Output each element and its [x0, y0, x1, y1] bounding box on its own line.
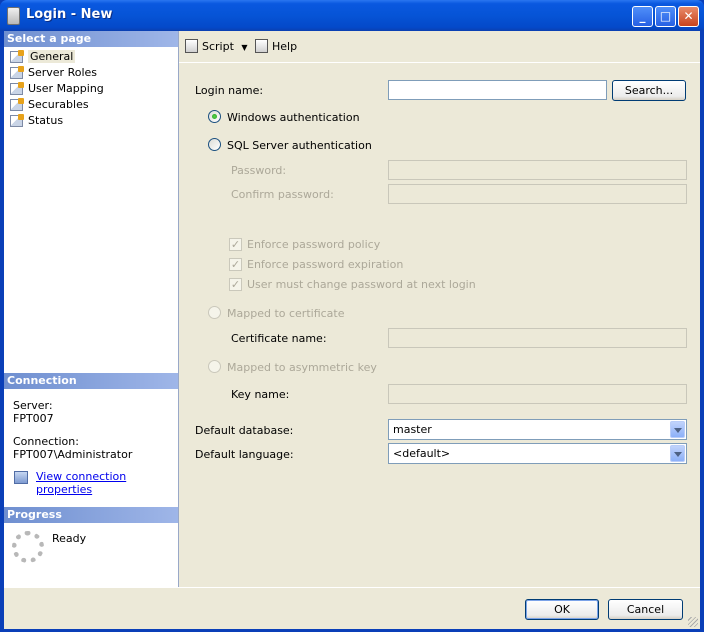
mapped-asym-label: Mapped to asymmetric key	[227, 361, 377, 374]
key-name-label: Key name:	[231, 388, 290, 401]
mapped-cert-label: Mapped to certificate	[227, 307, 345, 320]
dialog-client: Select a page General Server Roles User …	[4, 31, 700, 629]
cancel-button[interactable]: Cancel	[608, 599, 683, 620]
enforce-expiration-checkbox[interactable]: ✓	[229, 258, 242, 271]
key-name-input[interactable]	[388, 384, 687, 404]
sql-auth-label: SQL Server authentication	[227, 139, 372, 152]
nav-item-server-roles[interactable]: Server Roles	[6, 65, 97, 81]
page-icon	[10, 82, 24, 95]
nav-item-securables[interactable]: Securables	[6, 97, 89, 113]
nav-item-label: User Mapping	[28, 82, 104, 95]
must-change-checkbox[interactable]: ✓	[229, 278, 242, 291]
chevron-down-icon[interactable]: ▼	[241, 43, 247, 52]
enforce-expiration-label: Enforce password expiration	[247, 258, 404, 271]
script-label: Script	[202, 40, 234, 53]
window-title: Login - New	[26, 7, 113, 22]
left-pane: Select a page General Server Roles User …	[4, 31, 179, 587]
server-label: Server:	[13, 399, 53, 412]
default-language-label: Default language:	[195, 448, 294, 461]
script-icon	[185, 39, 198, 53]
view-connection-properties-link[interactable]: View connection properties	[36, 470, 178, 496]
search-button[interactable]: Search...	[612, 80, 686, 101]
nav-item-general[interactable]: General	[6, 49, 76, 65]
page-icon	[10, 66, 24, 79]
help-icon	[255, 39, 268, 53]
nav-item-label: General	[28, 50, 76, 63]
must-change-label: User must change password at next login	[247, 278, 476, 291]
page-icon	[10, 114, 24, 127]
cert-name-label: Certificate name:	[231, 332, 327, 345]
nav-item-status[interactable]: Status	[6, 113, 63, 129]
windows-auth-label: Windows authentication	[227, 111, 360, 124]
progress-status: Ready	[52, 532, 87, 545]
confirm-password-input[interactable]	[388, 184, 687, 204]
enforce-policy-checkbox[interactable]: ✓	[229, 238, 242, 251]
dialog-footer: OK Cancel	[4, 587, 700, 629]
page-icon	[10, 98, 24, 111]
nav-item-user-mapping[interactable]: User Mapping	[6, 81, 104, 97]
progress-header: Progress	[4, 507, 178, 523]
ok-button[interactable]: OK	[525, 599, 599, 620]
help-button[interactable]: Help	[255, 39, 297, 55]
connection-properties-icon	[14, 471, 28, 484]
general-page-panel: Login name: Search... Windows authentica…	[179, 62, 700, 588]
sql-auth-radio[interactable]	[208, 138, 221, 151]
minimize-button[interactable]: _	[632, 6, 653, 27]
windows-auth-radio[interactable]	[208, 110, 221, 123]
login-name-label: Login name:	[195, 84, 264, 97]
login-new-window: Login - New _ □ ✕ Select a page General …	[0, 0, 704, 632]
default-language-value: <default>	[393, 447, 451, 460]
nav-item-label: Securables	[28, 98, 89, 111]
resize-grip-icon[interactable]	[688, 617, 698, 627]
script-button[interactable]: Script ▼	[185, 39, 248, 55]
page-icon	[10, 50, 24, 63]
password-input[interactable]	[388, 160, 687, 180]
mapped-asym-radio[interactable]	[208, 360, 221, 373]
maximize-button[interactable]: □	[655, 6, 676, 27]
toolbar: Script ▼ Help	[179, 31, 700, 61]
default-database-value: master	[393, 423, 432, 436]
nav-item-label: Server Roles	[28, 66, 98, 79]
close-button[interactable]: ✕	[678, 6, 699, 27]
connection-label: Connection:	[13, 435, 79, 448]
title-bar[interactable]: Login - New _ □ ✕	[0, 0, 704, 31]
window-icon	[7, 7, 20, 25]
help-label: Help	[272, 40, 298, 53]
nav-item-label: Status	[28, 114, 64, 127]
chevron-down-icon[interactable]	[670, 445, 685, 462]
login-name-input[interactable]	[388, 80, 607, 100]
default-language-select[interactable]: <default>	[388, 443, 687, 464]
server-value: FPT007	[13, 412, 54, 425]
enforce-policy-label: Enforce password policy	[247, 238, 381, 251]
default-database-select[interactable]: master	[388, 419, 687, 440]
password-label: Password:	[231, 164, 287, 177]
select-page-header: Select a page	[4, 31, 178, 47]
confirm-password-label: Confirm password:	[231, 188, 334, 201]
progress-spinner-icon	[12, 531, 44, 563]
default-database-label: Default database:	[195, 424, 294, 437]
connection-value: FPT007\Administrator	[13, 448, 133, 461]
mapped-cert-radio[interactable]	[208, 306, 221, 319]
connection-header: Connection	[4, 373, 178, 389]
chevron-down-icon[interactable]	[670, 421, 685, 438]
cert-name-input[interactable]	[388, 328, 687, 348]
